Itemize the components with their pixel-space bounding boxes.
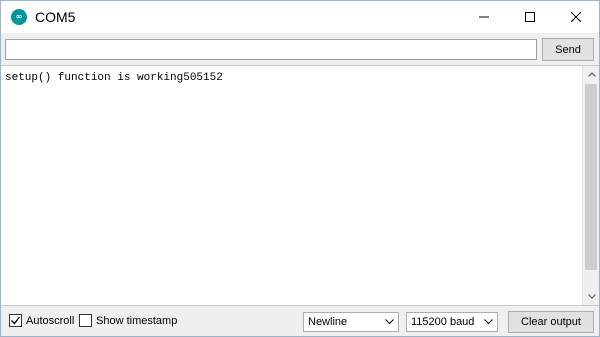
window-title: COM5 [35, 9, 76, 25]
scroll-up-button[interactable] [583, 66, 600, 83]
maximize-button[interactable] [507, 1, 553, 33]
window-controls [461, 1, 599, 33]
close-button[interactable] [553, 1, 599, 33]
serial-monitor-window: ∞ COM5 Send setup() function is working5… [0, 0, 600, 337]
clear-output-button[interactable]: Clear output [508, 311, 594, 333]
title-bar[interactable]: ∞ COM5 [1, 1, 599, 33]
maximize-icon [525, 12, 535, 22]
serial-output-area[interactable]: setup() function is working505152 [1, 65, 599, 306]
chevron-down-icon [483, 317, 493, 327]
chevron-down-icon [384, 317, 394, 327]
chevron-up-icon [587, 72, 596, 77]
serial-send-input[interactable] [5, 39, 537, 60]
autoscroll-checkbox[interactable]: Autoscroll [9, 314, 74, 327]
line-ending-value: Newline [308, 316, 348, 328]
show-timestamp-checkbox-box[interactable] [79, 314, 92, 327]
minimize-button[interactable] [461, 1, 507, 33]
baud-rate-select[interactable]: 115200 baud [406, 312, 498, 332]
autoscroll-label: Autoscroll [26, 314, 75, 327]
send-row: Send [1, 33, 599, 65]
checkmark-icon [11, 316, 21, 325]
show-timestamp-checkbox[interactable]: Show timestamp [79, 314, 177, 327]
show-timestamp-label: Show timestamp [96, 314, 178, 327]
minimize-icon [479, 16, 489, 18]
close-icon [571, 12, 581, 22]
chevron-down-icon [587, 294, 596, 299]
scroll-down-button[interactable] [583, 288, 600, 305]
vertical-scrollbar[interactable] [582, 66, 599, 305]
send-button[interactable]: Send [542, 38, 594, 61]
serial-output-text: setup() function is working505152 [5, 72, 223, 84]
autoscroll-checkbox-box[interactable] [9, 314, 22, 327]
arduino-logo-icon: ∞ [11, 9, 27, 25]
scroll-thumb[interactable] [585, 84, 597, 270]
bottom-toolbar: Autoscroll Show timestamp Newline 115200… [1, 306, 599, 336]
baud-rate-value: 115200 baud [411, 316, 475, 328]
line-ending-select[interactable]: Newline [303, 312, 399, 332]
